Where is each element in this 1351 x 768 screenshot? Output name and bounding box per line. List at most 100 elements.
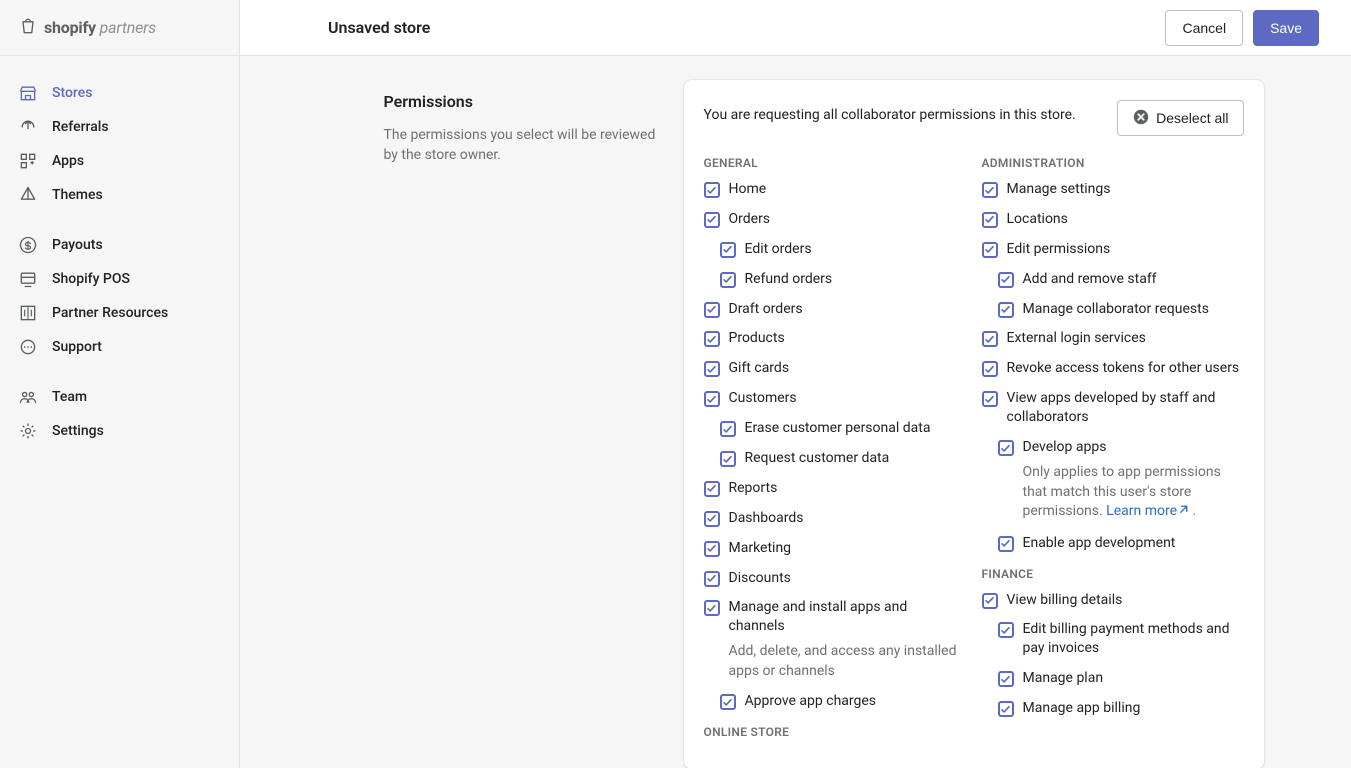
storefront-icon	[18, 83, 38, 103]
checkbox[interactable]	[704, 302, 720, 318]
checkbox[interactable]	[704, 361, 720, 377]
checkbox[interactable]	[998, 671, 1014, 687]
sidebar-item-label: Support	[52, 339, 102, 355]
permission-item: Request customer data	[704, 449, 966, 468]
checkbox[interactable]	[704, 600, 720, 616]
permission-item: Orders	[704, 210, 966, 229]
checkbox[interactable]	[982, 391, 998, 407]
checkbox[interactable]	[704, 182, 720, 198]
checkbox[interactable]	[704, 481, 720, 497]
book-icon	[18, 303, 38, 323]
deselect-all-button[interactable]: Deselect all	[1117, 100, 1243, 136]
permission-label: Products	[729, 329, 785, 348]
permission-item: Revoke access tokens for other users	[982, 359, 1244, 378]
checkbox[interactable]	[704, 571, 720, 587]
learn-more-link[interactable]: Learn more	[1106, 503, 1177, 519]
logo: shopify partners	[0, 0, 239, 56]
permission-label: View apps developed by staff and collabo…	[1007, 389, 1244, 427]
permission-item: Manage collaborator requests	[982, 300, 1244, 319]
sidebar-item-label: Partner Resources	[52, 305, 168, 321]
section-heading: Permissions	[384, 92, 664, 111]
cancel-button[interactable]: Cancel	[1165, 10, 1243, 46]
permission-item: Manage and install apps and channelsAdd,…	[704, 598, 966, 681]
checkbox[interactable]	[998, 701, 1014, 717]
permission-label: Marketing	[729, 539, 792, 558]
sidebar-item-partner-resources[interactable]: Partner Resources	[0, 296, 239, 330]
finance-heading: FINANCE	[982, 567, 1244, 581]
permission-label: Dashboards	[729, 509, 804, 528]
sidebar-item-referrals[interactable]: Referrals	[0, 110, 239, 144]
pos-icon	[18, 269, 38, 289]
sidebar-item-label: Themes	[52, 187, 103, 203]
checkbox[interactable]	[982, 212, 998, 228]
checkbox[interactable]	[704, 511, 720, 527]
checkbox[interactable]	[720, 272, 736, 288]
sidebar-item-label: Payouts	[52, 237, 103, 253]
sidebar-item-apps[interactable]: Apps	[0, 144, 239, 178]
checkbox[interactable]	[720, 242, 736, 258]
close-circle-icon	[1132, 108, 1150, 129]
checkbox[interactable]	[704, 212, 720, 228]
permission-label: Reports	[729, 479, 778, 498]
permission-label: Edit billing payment methods and pay inv…	[1023, 620, 1244, 658]
checkbox[interactable]	[704, 541, 720, 557]
card-intro: You are requesting all collaborator perm…	[704, 100, 1102, 126]
checkbox[interactable]	[998, 272, 1014, 288]
sidebar-item-shopify-pos[interactable]: Shopify POS	[0, 262, 239, 296]
permission-item: Enable app development	[982, 534, 1244, 553]
permission-label: Develop apps	[1023, 438, 1107, 457]
checkbox[interactable]	[720, 451, 736, 467]
checkbox[interactable]	[982, 331, 998, 347]
checkbox[interactable]	[720, 694, 736, 710]
permissions-card: You are requesting all collaborator perm…	[684, 80, 1264, 768]
shopify-bag-icon	[18, 16, 38, 40]
checkbox[interactable]	[998, 536, 1014, 552]
permission-item: Dashboards	[704, 509, 966, 528]
sidebar-item-stores[interactable]: Stores	[0, 76, 239, 110]
sidebar-item-label: Stores	[52, 85, 92, 101]
save-button[interactable]: Save	[1253, 10, 1319, 46]
sidebar-item-label: Apps	[52, 153, 84, 169]
permission-label: External login services	[1007, 329, 1146, 348]
topbar: Unsaved store Cancel Save	[240, 0, 1351, 56]
permission-item: Discounts	[704, 569, 966, 588]
permission-item: Edit orders	[704, 240, 966, 259]
permission-label: Manage plan	[1023, 669, 1104, 688]
share-icon	[18, 117, 38, 137]
permission-item: Manage app billing	[982, 699, 1244, 718]
general-column: GENERAL HomeOrdersEdit ordersRefund orde…	[704, 142, 966, 749]
permission-description: Only applies to app permissions that mat…	[1023, 463, 1244, 523]
sidebar-item-payouts[interactable]: Payouts	[0, 228, 239, 262]
checkbox[interactable]	[998, 622, 1014, 638]
sidebar-item-label: Referrals	[52, 119, 109, 135]
page-title: Unsaved store	[328, 18, 430, 37]
sidebar-item-team[interactable]: Team	[0, 380, 239, 414]
permission-item: Edit permissions	[982, 240, 1244, 259]
permission-label: Manage collaborator requests	[1023, 300, 1209, 319]
sidebar-item-themes[interactable]: Themes	[0, 178, 239, 212]
permission-label: Approve app charges	[745, 692, 877, 711]
permission-item: Edit billing payment methods and pay inv…	[982, 620, 1244, 658]
permission-label: Revoke access tokens for other users	[1007, 359, 1240, 378]
permission-item: External login services	[982, 329, 1244, 348]
team-icon	[18, 387, 38, 407]
checkbox[interactable]	[720, 421, 736, 437]
checkbox[interactable]	[998, 440, 1014, 456]
sidebar-item-support[interactable]: Support	[0, 330, 239, 364]
sidebar-item-settings[interactable]: Settings	[0, 414, 239, 448]
checkbox[interactable]	[982, 593, 998, 609]
permission-item: Products	[704, 329, 966, 348]
checkbox[interactable]	[704, 391, 720, 407]
checkbox[interactable]	[982, 361, 998, 377]
sidebar-item-label: Shopify POS	[52, 271, 130, 287]
checkbox[interactable]	[982, 182, 998, 198]
checkbox[interactable]	[998, 302, 1014, 318]
permission-label: Add and remove staff	[1023, 270, 1157, 289]
logo-text: shopify partners	[44, 18, 156, 37]
permission-label: Erase customer personal data	[745, 419, 931, 438]
permission-item: Reports	[704, 479, 966, 498]
checkbox[interactable]	[704, 331, 720, 347]
permission-label: Draft orders	[729, 300, 803, 319]
permission-label: Request customer data	[745, 449, 890, 468]
checkbox[interactable]	[982, 242, 998, 258]
